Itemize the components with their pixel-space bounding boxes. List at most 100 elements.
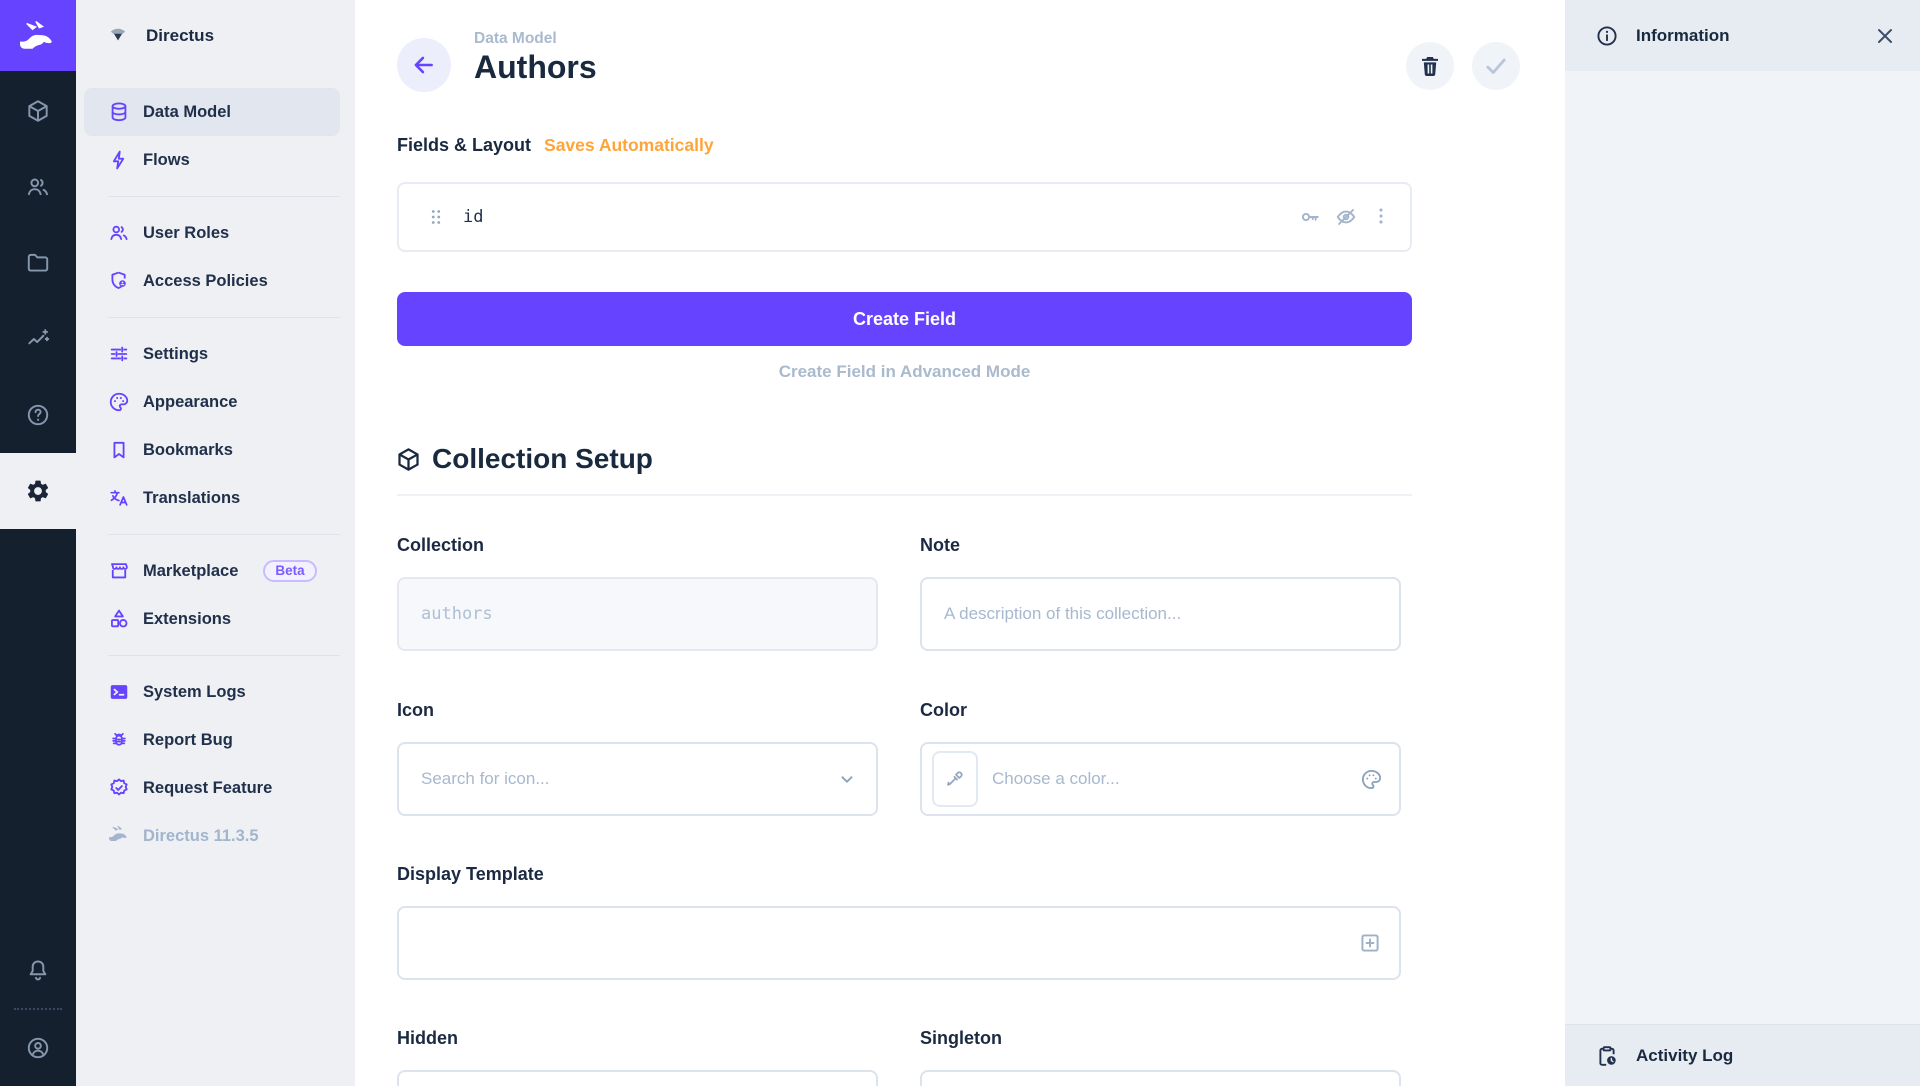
color-input-wrap: [920, 742, 1401, 816]
nav-item-system-logs[interactable]: System Logs: [84, 668, 340, 716]
page-title: Authors: [474, 49, 597, 86]
collection-setup-title: Collection Setup: [432, 443, 653, 475]
people-icon: [25, 174, 51, 200]
collection-input[interactable]: [399, 604, 876, 624]
module-files-button[interactable]: [0, 225, 76, 301]
icon-search-input[interactable]: [399, 769, 876, 789]
terminal-icon: [108, 681, 130, 703]
singleton-label: Singleton: [920, 1028, 1401, 1049]
nav-item-label: User Roles: [143, 224, 229, 243]
check-icon: [1483, 53, 1509, 79]
nav-divider: [108, 317, 340, 318]
module-help-button[interactable]: [0, 377, 76, 453]
tune-icon: [108, 343, 130, 365]
hidden-eye-off-icon[interactable]: [1334, 205, 1358, 229]
nav-item-extensions[interactable]: Extensions: [84, 595, 340, 643]
activity-log-button[interactable]: Activity Log: [1565, 1024, 1920, 1086]
note-input[interactable]: [922, 604, 1399, 624]
eyedropper-button[interactable]: [932, 751, 978, 807]
box-icon: [395, 446, 422, 473]
info-sidebar-title: Information: [1636, 26, 1855, 46]
hidden-input-wrap[interactable]: [397, 1070, 878, 1086]
nav-item-data-model[interactable]: Data Model: [84, 88, 340, 136]
account-circle-icon: [25, 1035, 51, 1061]
add-field-plus-icon[interactable]: [1357, 930, 1383, 956]
field-name: id: [463, 207, 483, 227]
create-field-advanced-link[interactable]: Create Field in Advanced Mode: [397, 362, 1412, 382]
back-button[interactable]: [397, 38, 451, 92]
drag-handle-icon[interactable]: [425, 206, 447, 228]
project-header[interactable]: Directus: [76, 0, 355, 71]
gear-icon: [25, 478, 51, 504]
nav-item-marketplace[interactable]: Marketplace Beta: [84, 547, 340, 595]
nav-item-label: Settings: [143, 345, 208, 364]
main-content: Data Model Authors Fields & Layout Saves…: [355, 0, 1565, 1086]
directus-logo[interactable]: [0, 0, 76, 71]
collection-input-wrap: [397, 577, 878, 651]
palette-icon: [108, 391, 130, 413]
box-icon: [25, 98, 51, 124]
user-menu-button[interactable]: [0, 1010, 76, 1086]
primary-key-icon: [1298, 205, 1322, 229]
nav-item-settings[interactable]: Settings: [84, 330, 340, 378]
module-users-button[interactable]: [0, 149, 76, 225]
nav-item-report-bug[interactable]: Report Bug: [84, 716, 340, 764]
translate-icon: [108, 487, 130, 509]
shield-user-icon: [108, 270, 130, 292]
project-status-icon: [106, 24, 130, 48]
field-row-id[interactable]: id: [397, 182, 1412, 252]
icon-select-wrap: [397, 742, 878, 816]
bolt-icon: [108, 149, 130, 171]
arrow-left-icon: [411, 52, 437, 78]
insights-icon: [25, 326, 51, 352]
delete-collection-button[interactable]: [1406, 42, 1454, 90]
breadcrumb[interactable]: Data Model: [474, 30, 597, 48]
nav-item-access-policies[interactable]: Access Policies: [84, 257, 340, 305]
create-field-button[interactable]: Create Field: [397, 292, 1412, 346]
close-icon[interactable]: [1872, 23, 1898, 49]
bell-icon: [25, 958, 51, 984]
nav-list: Data Model Flows User Roles Access Pol: [76, 88, 355, 860]
info-sidebar-header: Information: [1565, 0, 1920, 71]
nav-item-label: Data Model: [143, 103, 231, 122]
nav-divider: [108, 196, 340, 197]
nav-item-translations[interactable]: Translations: [84, 474, 340, 522]
nav-item-label: Bookmarks: [143, 441, 233, 460]
color-input[interactable]: [978, 769, 1399, 789]
field-options-kebab-icon[interactable]: [1370, 205, 1394, 229]
rabbit-logo-icon: [18, 21, 58, 51]
save-button[interactable]: [1472, 42, 1520, 90]
database-icon: [108, 101, 130, 123]
trash-icon: [1418, 54, 1442, 78]
nav-item-request-feature[interactable]: Request Feature: [84, 764, 340, 812]
nav-item-label: Translations: [143, 489, 240, 508]
nav-item-label: Report Bug: [143, 731, 233, 750]
project-name: Directus: [146, 26, 214, 46]
module-content-button[interactable]: [0, 73, 76, 149]
singleton-input-wrap[interactable]: [920, 1070, 1401, 1086]
icon-label: Icon: [397, 700, 878, 721]
display-template-input[interactable]: [399, 933, 1399, 953]
module-settings-button[interactable]: [0, 453, 76, 529]
nav-item-label: System Logs: [143, 683, 246, 702]
nav-item-appearance[interactable]: Appearance: [84, 378, 340, 426]
palette-icon[interactable]: [1360, 768, 1383, 791]
nav-item-flows[interactable]: Flows: [84, 136, 340, 184]
module-insights-button[interactable]: [0, 301, 76, 377]
nav-item-bookmarks[interactable]: Bookmarks: [84, 426, 340, 474]
storefront-icon: [108, 560, 130, 582]
version-label: Directus 11.3.5: [143, 827, 259, 846]
fields-layout-label: Fields & Layout: [397, 135, 531, 156]
nav-item-user-roles[interactable]: User Roles: [84, 209, 340, 257]
activity-log-label: Activity Log: [1636, 1046, 1733, 1066]
note-label: Note: [920, 535, 1401, 556]
folder-icon: [25, 250, 51, 276]
eyedropper-icon: [944, 768, 966, 790]
beta-badge: Beta: [263, 560, 316, 582]
nav-item-label: Flows: [143, 151, 190, 170]
module-bar: [0, 0, 76, 1086]
notifications-button[interactable]: [0, 933, 76, 1009]
color-label: Color: [920, 700, 1401, 721]
nav-item-label: Marketplace: [143, 562, 238, 581]
nav-item-version: Directus 11.3.5: [84, 812, 340, 860]
